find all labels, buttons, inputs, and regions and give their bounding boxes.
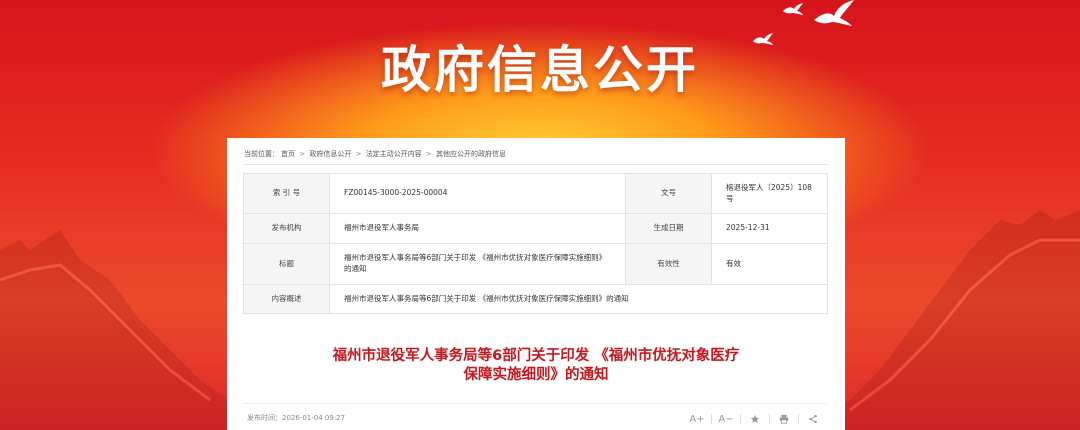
print-icon [779,414,789,424]
created-date-label: 生成日期 [625,213,712,244]
breadcrumb-item-other-info[interactable]: 其他应公开的政府信息 [436,150,506,158]
share-button[interactable] [799,410,827,428]
meta-row: 标题 福州市退役军人事务局等6部门关于印发 《福州市优抚对象医疗保障实施细则》的… [243,243,828,285]
document-title: 福州市退役军人事务局等6部门关于印发 《福州市优抚对象医疗 保障实施细则》的通知 [227,347,845,385]
breadcrumb-separator: > [299,150,306,158]
document-title-line: 福州市退役军人事务局等6部门关于印发 《福州市优抚对象医疗 [332,348,740,364]
breadcrumb-item-home[interactable]: 首页 [281,150,295,158]
great-wall-decoration-left [0,230,260,430]
breadcrumb-item-statutory[interactable]: 法定主动公开内容 [366,150,422,158]
font-decrease-button[interactable]: A− [712,410,740,428]
index-label: 索 引 号 [243,173,330,214]
banner-title: 政府信息公开 [381,41,699,99]
document-meta-table: 索 引 号 FZ00145-3000-2025-00004 文号 榕退役军人〔2… [243,173,828,314]
content-panel: 当前位置： 首页 > 政府信息公开 > 法定主动公开内容 > 其他应公开的政府信息… [227,138,845,430]
summary-label: 内容概述 [243,284,330,314]
font-increase-button[interactable]: A+ [683,410,711,428]
dove-icon [814,0,854,26]
breadcrumb-prefix: 当前位置： [244,150,279,158]
great-wall-decoration-right [820,210,1080,430]
favorite-button[interactable] [741,410,769,428]
meta-row: 内容概述 福州市退役军人事务局等6部门关于印发 《福州市优抚对象医疗保障实施细则… [243,284,828,314]
meta-row: 发布机构 福州市退役军人事务局 生成日期 2025-12-31 [243,213,828,244]
title-label: 标题 [243,243,330,285]
breadcrumb-separator: > [355,150,362,158]
document-title-line: 保障实施细则》的通知 [463,367,609,383]
document-toolbar: 发布时间：2026-01-04 09:27 A+ A− [243,403,827,430]
summary-value: 福州市退役军人事务局等6部门关于印发 《福州市优抚对象医疗保障实施细则》的通知 [329,284,828,314]
title-value: 福州市退役军人事务局等6部门关于印发 《福州市优抚对象医疗保障实施细则》的通知 [329,243,626,285]
meta-row: 索 引 号 FZ00145-3000-2025-00004 文号 榕退役军人〔2… [243,173,828,214]
breadcrumb: 当前位置： 首页 > 政府信息公开 > 法定主动公开内容 > 其他应公开的政府信息 [244,149,828,165]
validity-label: 有效性 [625,243,712,285]
tool-group: A+ A− [683,410,827,428]
publisher-label: 发布机构 [243,213,330,244]
star-icon [750,414,760,423]
validity-value: 有效 [711,243,828,285]
publish-date: 发布时间：2026-01-04 09:27 [247,414,346,422]
doc-number-label: 文号 [625,173,712,214]
doc-number-value: 榕退役军人〔2025〕108号 [711,173,828,214]
publisher-value: 福州市退役军人事务局 [329,213,626,244]
breadcrumb-separator: > [425,150,432,158]
print-button[interactable] [770,410,798,428]
index-value: FZ00145-3000-2025-00004 [329,173,626,214]
breadcrumb-item-gov-info[interactable]: 政府信息公开 [309,150,351,158]
created-date-value: 2025-12-31 [711,213,828,244]
share-icon [809,414,817,424]
dove-icon [783,3,803,15]
